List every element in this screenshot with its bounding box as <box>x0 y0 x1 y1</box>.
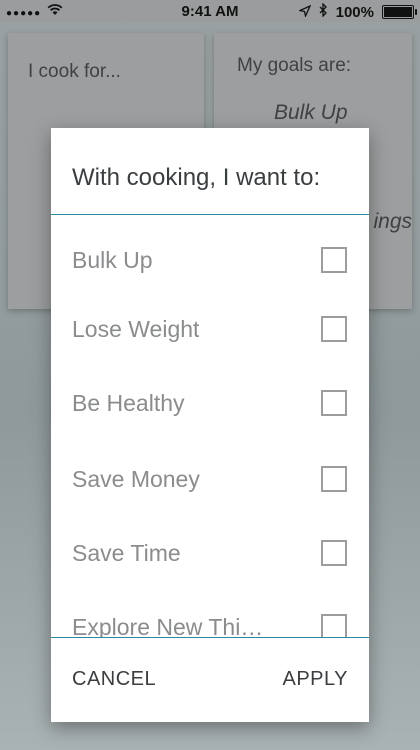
apply-button[interactable]: APPLY <box>283 668 349 691</box>
option-label: Save Time <box>72 540 181 566</box>
goals-value-partial: ings <box>373 210 412 233</box>
cancel-button[interactable]: CANCEL <box>72 668 156 691</box>
location-arrow-icon <box>297 4 311 21</box>
option-label: Bulk Up <box>72 247 153 273</box>
goals-value: Bulk Up <box>274 101 348 124</box>
status-right: 100% <box>297 2 417 21</box>
goals-dialog: With cooking, I want to: Bulk Up Lose We… <box>51 128 369 722</box>
battery-icon <box>382 5 417 19</box>
option-label: Lose Weight <box>72 316 200 342</box>
goals-label: My goals are: <box>237 55 352 76</box>
dialog-title: With cooking, I want to: <box>72 164 321 191</box>
battery-percent: 100% <box>335 3 374 21</box>
bluetooth-icon <box>319 2 328 21</box>
checkbox[interactable] <box>321 540 347 566</box>
option-label: Explore New Thi… <box>72 614 264 637</box>
cook-for-label: I cook for... <box>28 61 121 82</box>
status-bar: ●●●●● 9:41 AM 100% <box>0 0 420 22</box>
checkbox[interactable] <box>321 614 347 637</box>
option-label: Be Healthy <box>72 390 185 416</box>
checkbox[interactable] <box>321 466 347 492</box>
divider <box>51 637 369 638</box>
option-lose-weight[interactable]: Lose Weight <box>51 298 369 358</box>
option-save-time[interactable]: Save Time <box>51 522 369 582</box>
options-list[interactable]: Bulk Up Lose Weight Be Healthy Save Mone… <box>51 215 369 637</box>
option-save-money[interactable]: Save Money <box>51 448 369 508</box>
option-explore-new-things[interactable]: Explore New Thi… <box>51 596 369 637</box>
checkbox[interactable] <box>321 247 347 273</box>
checkbox[interactable] <box>321 390 347 416</box>
option-be-healthy[interactable]: Be Healthy <box>51 372 369 432</box>
option-bulk-up[interactable]: Bulk Up <box>51 229 369 289</box>
checkbox[interactable] <box>321 316 347 342</box>
option-label: Save Money <box>72 466 200 492</box>
